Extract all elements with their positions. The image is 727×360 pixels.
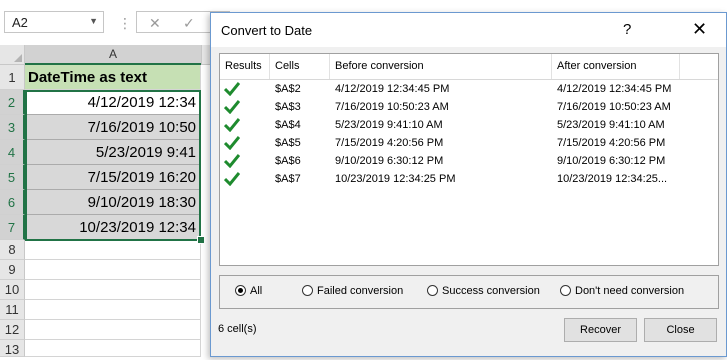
radio-dot[interactable] <box>302 285 313 296</box>
check-icon <box>224 136 240 150</box>
results-table: Results Cells Before conversion After co… <box>219 53 719 266</box>
enter-icon[interactable]: ✓ <box>183 15 195 32</box>
row-header-8[interactable]: 8 <box>0 240 25 260</box>
spreadsheet-grid: A 1 2 3 4 5 6 7 8 9 10 11 12 13 DateTime… <box>0 45 215 357</box>
radio-dot[interactable] <box>560 285 571 296</box>
table-row[interactable]: $A$4 5/23/2019 9:41:10 AM 5/23/2019 9:41… <box>220 117 718 134</box>
column-header-a[interactable]: A <box>25 45 201 65</box>
row-cell: $A$7 <box>275 173 301 185</box>
cell-a5[interactable]: 7/15/2019 16:20 <box>25 165 201 190</box>
row-header-12[interactable]: 12 <box>0 320 25 340</box>
row-before: 9/10/2019 6:30:12 PM <box>335 155 444 167</box>
row-after: 5/23/2019 9:41:10 AM <box>557 119 665 131</box>
row-header-9[interactable]: 9 <box>0 260 25 280</box>
table-row[interactable]: $A$6 9/10/2019 6:30:12 PM 9/10/2019 6:30… <box>220 153 718 170</box>
row-header-3[interactable]: 3 <box>0 115 25 140</box>
row-cell: $A$6 <box>275 155 301 167</box>
check-icon <box>224 82 240 96</box>
formula-bar-grip-icon: ⋮ <box>118 15 132 31</box>
check-icon <box>224 172 240 186</box>
row-header-1[interactable]: 1 <box>0 65 25 90</box>
radio-success-conversion[interactable]: Success conversion <box>427 285 540 297</box>
select-all-button[interactable] <box>0 45 25 65</box>
row-after: 10/23/2019 12:34:25... <box>557 173 668 185</box>
row-cell: $A$3 <box>275 101 301 113</box>
radio-dont-need-conversion[interactable]: Don't need conversion <box>560 285 684 297</box>
row-header-13[interactable]: 13 <box>0 340 25 357</box>
help-icon[interactable]: ? <box>623 21 631 38</box>
row-header-11[interactable]: 11 <box>0 300 25 320</box>
filter-radio-group: All Failed conversion Success conversion… <box>219 275 719 309</box>
row-header-2[interactable]: 2 <box>0 90 25 115</box>
row-header-10[interactable]: 10 <box>0 280 25 300</box>
table-row[interactable]: $A$3 7/16/2019 10:50:23 AM 7/16/2019 10:… <box>220 99 718 116</box>
cell-a11[interactable] <box>25 300 201 320</box>
row-before: 4/12/2019 12:34:45 PM <box>335 83 450 95</box>
table-row[interactable]: $A$2 4/12/2019 12:34:45 PM 4/12/2019 12:… <box>220 81 718 98</box>
cell-count-status: 6 cell(s) <box>218 323 257 335</box>
fill-handle[interactable] <box>197 236 205 244</box>
dialog-titlebar[interactable]: Convert to Date ? ✕ <box>211 13 726 47</box>
cell-a1[interactable]: DateTime as text <box>25 65 201 90</box>
row-cell: $A$5 <box>275 137 301 149</box>
cell-a2[interactable]: 4/12/2019 12:34 <box>25 90 201 115</box>
row-cell: $A$2 <box>275 83 301 95</box>
cell-a4[interactable]: 5/23/2019 9:41 <box>25 140 201 165</box>
check-icon <box>224 118 240 132</box>
row-header-6[interactable]: 6 <box>0 190 25 215</box>
cell-a9[interactable] <box>25 260 201 280</box>
row-before: 5/23/2019 9:41:10 AM <box>335 119 443 131</box>
cell-a10[interactable] <box>25 280 201 300</box>
convert-to-date-dialog: Convert to Date ? ✕ Results Cells Before… <box>210 12 727 357</box>
radio-label: Success conversion <box>442 285 540 297</box>
row-cell: $A$4 <box>275 119 301 131</box>
table-row[interactable]: $A$7 10/23/2019 12:34:25 PM 10/23/2019 1… <box>220 171 718 188</box>
check-icon <box>224 100 240 114</box>
row-before: 7/16/2019 10:50:23 AM <box>335 101 449 113</box>
row-header-7[interactable]: 7 <box>0 215 25 240</box>
row-after: 7/15/2019 4:20:56 PM <box>557 137 666 149</box>
radio-dot[interactable] <box>235 285 246 296</box>
row-before: 7/15/2019 4:20:56 PM <box>335 137 444 149</box>
close-button[interactable]: Close <box>644 318 717 342</box>
column-header-cells[interactable]: Cells <box>270 54 330 79</box>
row-before: 10/23/2019 12:34:25 PM <box>335 173 456 185</box>
recover-button[interactable]: Recover <box>564 318 637 342</box>
name-box[interactable]: A2 ▼ <box>4 11 104 33</box>
close-icon[interactable]: ✕ <box>692 19 707 40</box>
cell-a3[interactable]: 7/16/2019 10:50 <box>25 115 201 140</box>
check-icon <box>224 154 240 168</box>
row-header-5[interactable]: 5 <box>0 165 25 190</box>
cell-a12[interactable] <box>25 320 201 340</box>
row-header-4[interactable]: 4 <box>0 140 25 165</box>
results-table-header: Results Cells Before conversion After co… <box>220 54 718 80</box>
column-header-results[interactable]: Results <box>220 54 270 79</box>
cell-a6[interactable]: 9/10/2019 18:30 <box>25 190 201 215</box>
cancel-icon[interactable]: ✕ <box>149 15 161 32</box>
row-after: 7/16/2019 10:50:23 AM <box>557 101 671 113</box>
dialog-title: Convert to Date <box>221 23 313 38</box>
radio-label: Failed conversion <box>317 285 404 297</box>
row-after: 9/10/2019 6:30:12 PM <box>557 155 666 167</box>
column-header-after[interactable]: After conversion <box>552 54 680 79</box>
cell-a7[interactable]: 10/23/2019 12:34 <box>25 215 201 240</box>
radio-dot[interactable] <box>427 285 438 296</box>
row-after: 4/12/2019 12:34:45 PM <box>557 83 672 95</box>
table-row[interactable]: $A$5 7/15/2019 4:20:56 PM 7/15/2019 4:20… <box>220 135 718 152</box>
radio-failed-conversion[interactable]: Failed conversion <box>302 285 403 297</box>
column-header-before[interactable]: Before conversion <box>330 54 552 79</box>
radio-label: All <box>250 285 263 297</box>
radio-all[interactable]: All <box>235 285 262 297</box>
cell-a13[interactable] <box>25 340 201 357</box>
chevron-down-icon[interactable]: ▼ <box>89 16 98 26</box>
name-box-value: A2 <box>12 15 28 30</box>
radio-label: Don't need conversion <box>575 285 685 297</box>
cell-a8[interactable] <box>25 240 201 260</box>
